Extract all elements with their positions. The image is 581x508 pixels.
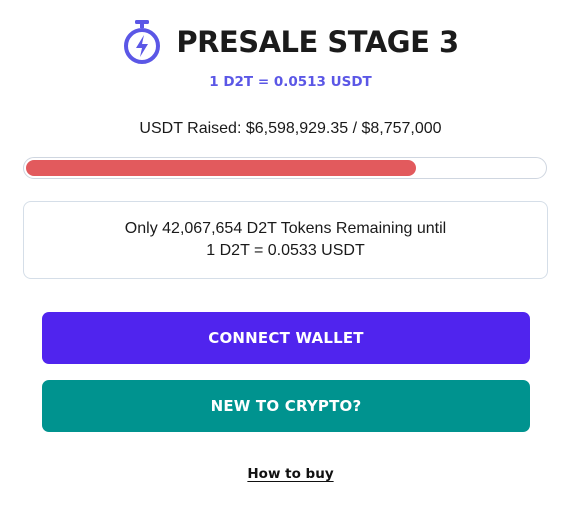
- notice-line-2: 1 D2T = 0.0533 USDT: [206, 242, 365, 259]
- tokens-remaining-notice: Only 42,067,654 D2T Tokens Remaining unt…: [23, 201, 548, 279]
- current-rate: 1 D2T = 0.0513 USDT: [209, 74, 372, 90]
- page-title: PRESALE STAGE 3: [176, 25, 459, 59]
- stopwatch-icon: [124, 20, 161, 64]
- connect-wallet-button[interactable]: CONNECT WALLET: [42, 312, 530, 364]
- notice-line-1: Only 42,067,654 D2T Tokens Remaining unt…: [124, 220, 447, 237]
- raised-amount: USDT Raised: $6,598,929.35 / $8,757,000: [139, 120, 442, 137]
- new-to-crypto-button[interactable]: NEW TO CRYPTO?: [42, 380, 530, 432]
- raise-progress-fill: [26, 160, 417, 176]
- presale-header: PRESALE STAGE 3: [0, 16, 581, 68]
- how-to-buy-container: How to buy: [0, 465, 581, 483]
- how-to-buy-link[interactable]: How to buy: [247, 466, 333, 482]
- raise-progress-bar: [23, 157, 547, 179]
